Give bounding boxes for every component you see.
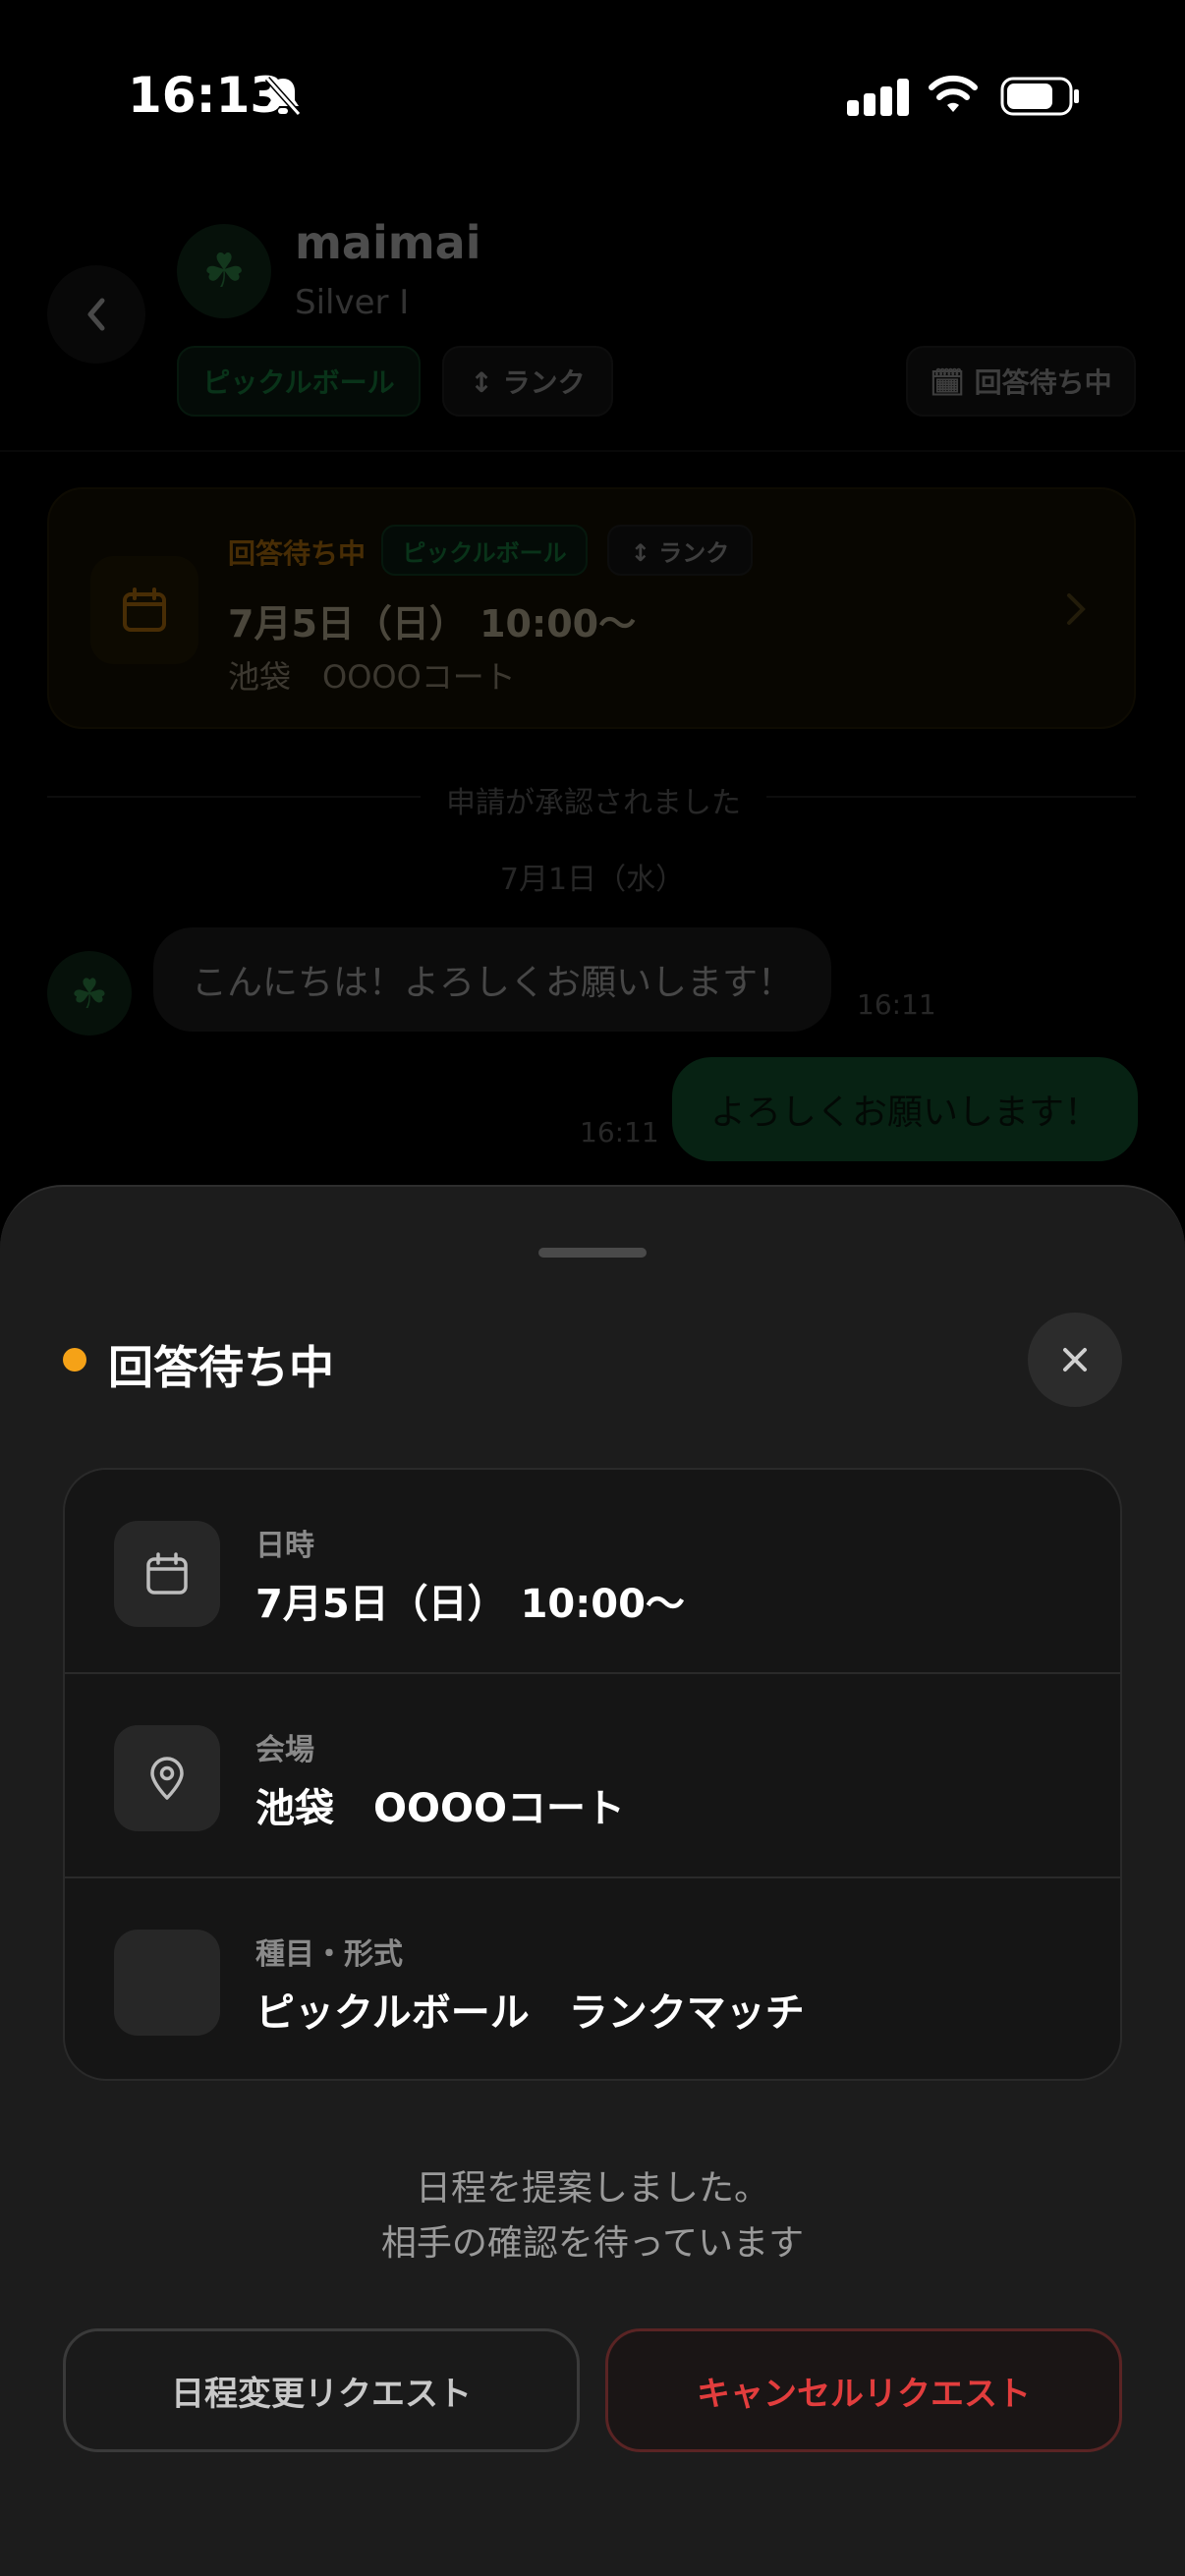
cancel-request-button[interactable]: キャンセルリクエスト — [605, 2328, 1122, 2452]
incoming-message-bubble: こんにちは！よろしくお願いします！ — [153, 927, 831, 1032]
detail-icon-container — [114, 1521, 220, 1627]
event-venue: 池袋 OOOOコート — [228, 658, 516, 696]
cellular-signal-icon — [847, 79, 909, 116]
close-button[interactable] — [1028, 1313, 1122, 1407]
detail-row-sport-format: 種目・形式 ピックルボール ランクマッチ — [65, 1878, 1120, 2079]
header-divider — [0, 450, 1185, 452]
calendar-icon — [146, 1552, 188, 1595]
detail-row-datetime: 日時 7月5日（日） 10:00〜 — [65, 1470, 1120, 1672]
detail-icon-container — [114, 1725, 220, 1831]
event-date: 7月5日（日） 10:00〜 — [228, 602, 637, 645]
chevron-right-icon — [1067, 593, 1086, 625]
event-icon-container — [90, 556, 198, 664]
detail-value: ピックルボール ランクマッチ — [255, 1990, 805, 2036]
chevron-left-icon — [87, 298, 105, 331]
sheet-drag-handle[interactable] — [538, 1248, 647, 1258]
outgoing-message-bubble: よろしくお願いします！ — [672, 1057, 1138, 1161]
status-dot — [63, 1348, 86, 1372]
info-line-1: 日程を提案しました。 — [415, 2168, 769, 2209]
system-divider-right — [766, 796, 1136, 798]
status-time: 16:13 — [128, 67, 285, 124]
system-message: 申請が承認されました — [446, 786, 741, 820]
outgoing-message-time: 16:11 — [580, 1116, 659, 1148]
info-text: 日程を提案しました。 相手の確認を待っています — [0, 2161, 1185, 2271]
clover-icon: ☘ — [71, 969, 108, 1018]
calendar-icon — [123, 588, 166, 632]
system-divider-left — [47, 796, 421, 798]
event-sport-tag: ピックルボール — [381, 525, 588, 576]
event-format-tag: ↕ ランク — [607, 525, 753, 576]
incoming-message-time: 16:11 — [857, 988, 936, 1021]
bell-muted-icon — [264, 77, 302, 116]
status-chip[interactable]: 🗓 回答待ち中 — [906, 346, 1136, 417]
detail-row-venue: 会場 池袋 OOOOコート — [65, 1674, 1120, 1876]
detail-label: 日時 — [255, 1529, 314, 1563]
detail-label: 種目・形式 — [255, 1937, 403, 1972]
user-name: maimai — [295, 216, 481, 269]
tag-rank: ↕ ランク — [442, 346, 613, 417]
date-separator: 7月1日（水） — [499, 863, 686, 897]
back-button[interactable] — [47, 265, 145, 364]
details-card: 日時 7月5日（日） 10:00〜 会場 池袋 OOOOコート 種目・形式 ピッ… — [63, 1468, 1122, 2081]
info-line-2: 相手の確認を待っています — [380, 2223, 805, 2264]
detail-label: 会場 — [255, 1733, 314, 1767]
detail-icon-container — [114, 1930, 220, 2036]
reschedule-request-button[interactable]: 日程変更リクエスト — [63, 2328, 580, 2452]
event-status: 回答待ち中 — [228, 537, 367, 570]
user-rank: Silver I — [295, 283, 410, 322]
tag-sport: ピックルボール — [177, 346, 421, 417]
clover-icon: ☘ — [202, 244, 246, 299]
close-icon — [1063, 1348, 1087, 1372]
wifi-icon — [929, 75, 978, 112]
detail-value: 7月5日（日） 10:00〜 — [255, 1582, 685, 1627]
location-pin-icon — [150, 1757, 184, 1800]
battery-icon — [1000, 77, 1079, 116]
message-avatar: ☘ — [47, 951, 132, 1036]
sheet-status-title: 回答待ち中 — [108, 1341, 334, 1394]
detail-value: 池袋 OOOOコート — [255, 1786, 626, 1831]
avatar[interactable]: ☘ — [177, 224, 271, 318]
